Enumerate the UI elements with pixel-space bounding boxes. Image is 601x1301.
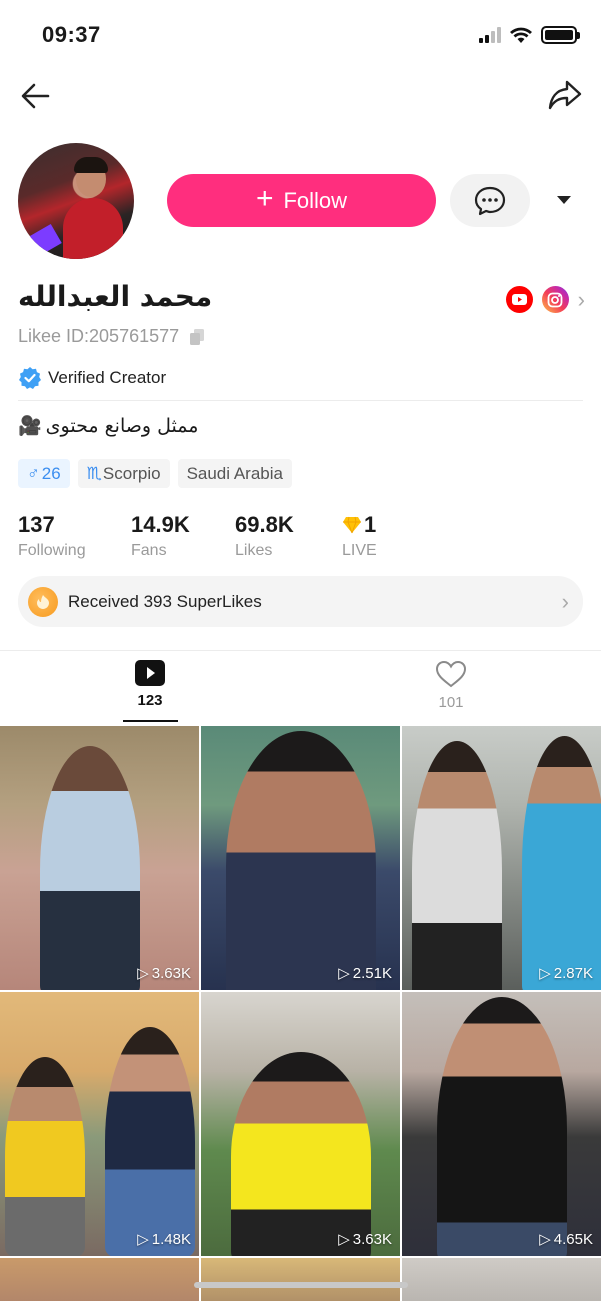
- instagram-icon[interactable]: [541, 286, 569, 313]
- stat-label: Following: [18, 542, 86, 559]
- verified-check-icon: [19, 367, 41, 389]
- youtube-icon[interactable]: [505, 286, 533, 313]
- play-outline-icon: ▷: [539, 1231, 551, 1248]
- status-icons: [479, 26, 580, 44]
- share-icon: [548, 80, 582, 110]
- country-label: Saudi Arabia: [186, 463, 283, 483]
- home-indicator[interactable]: [194, 1282, 408, 1288]
- chevron-right-icon: ›: [561, 588, 569, 614]
- stat-fans[interactable]: 14.9K Fans: [131, 512, 235, 560]
- bio: 🎥 ممثل وصانع محتوى: [18, 414, 199, 438]
- video-thumbnail[interactable]: [201, 1258, 400, 1301]
- diamond-icon: [343, 516, 361, 534]
- avatar[interactable]: [18, 143, 134, 259]
- play-outline-icon: ▷: [137, 1231, 149, 1248]
- tab-videos-count: 123: [137, 692, 163, 709]
- tab-likes[interactable]: 101: [351, 660, 551, 711]
- active-tab-indicator: [123, 720, 178, 722]
- cellular-signal-icon: [479, 27, 501, 43]
- video-thumbnail[interactable]: ▷ 3.63K: [201, 992, 400, 1256]
- copy-icon[interactable]: [189, 328, 205, 346]
- scorpio-icon: ♏: [86, 463, 102, 483]
- share-button[interactable]: [547, 78, 583, 112]
- video-thumbnail[interactable]: ▷ 4.65K: [402, 992, 601, 1256]
- follow-button[interactable]: + Follow: [167, 174, 436, 227]
- verified-label: Verified Creator: [48, 368, 167, 387]
- view-count: ▷ 4.65K: [539, 1230, 593, 1249]
- video-thumbnail[interactable]: [0, 1258, 199, 1301]
- bio-text: ممثل وصانع محتوى: [45, 414, 199, 437]
- stat-value: 137: [18, 512, 55, 537]
- profile-stats: 137 Following 14.9K Fans 69.8K Likes 1 L…: [18, 512, 422, 560]
- wifi-icon: [510, 27, 532, 43]
- superlikes-banner[interactable]: Received 393 SuperLikes ›: [18, 576, 583, 627]
- chat-bubble-icon: [474, 186, 506, 215]
- stat-value-live: 1: [342, 512, 422, 538]
- camera-emoji-icon: 🎥: [18, 415, 42, 437]
- tab-likes-count: 101: [438, 694, 464, 711]
- superlikes-label: Received 393 SuperLikes: [68, 591, 262, 611]
- plus-icon: +: [255, 182, 274, 215]
- more-options-button[interactable]: [550, 188, 578, 212]
- battery-icon: [541, 26, 580, 44]
- country-tag: Saudi Arabia: [177, 459, 292, 488]
- likee-id-text: Likee ID:205761577: [18, 326, 180, 346]
- verified-badge: Verified Creator: [18, 366, 166, 390]
- message-button[interactable]: [450, 174, 530, 227]
- divider: [18, 400, 583, 401]
- play-outline-icon: ▷: [137, 965, 149, 982]
- play-outline-icon: ▷: [338, 965, 350, 982]
- heart-icon: [435, 660, 467, 688]
- back-button[interactable]: [18, 80, 54, 112]
- video-thumbnail[interactable]: ▷ 1.48K: [0, 992, 199, 1256]
- live-count: 1: [364, 512, 377, 537]
- status-time: 09:37: [42, 22, 101, 47]
- caret-down-icon: [557, 196, 571, 204]
- zodiac-label: Scorpio: [102, 463, 161, 483]
- section-divider: [0, 650, 601, 651]
- stat-label: LIVE: [342, 542, 377, 559]
- video-thumbnail[interactable]: ▷ 2.51K: [201, 726, 400, 990]
- play-outline-icon: ▷: [338, 1231, 350, 1248]
- view-count: ▷ 3.63K: [137, 964, 191, 983]
- stat-label: Likes: [235, 542, 273, 559]
- chevron-right-icon: ›: [577, 286, 585, 312]
- likee-id: Likee ID:205761577: [18, 326, 205, 347]
- status-bar: 09:37: [0, 0, 601, 70]
- view-count: ▷ 3.63K: [338, 1230, 392, 1249]
- profile-tags: ♂ 26 ♏ Scorpio Saudi Arabia: [18, 459, 292, 488]
- gender-age-tag: ♂ 26: [18, 459, 70, 488]
- superlike-icon: [28, 586, 58, 617]
- play-outline-icon: ▷: [539, 965, 551, 982]
- stat-value: 14.9K: [131, 512, 190, 537]
- video-thumbnail[interactable]: ▷ 2.87K: [402, 726, 601, 990]
- view-count: ▷ 2.51K: [338, 964, 392, 983]
- follow-label: Follow: [283, 187, 348, 213]
- back-arrow-icon: [21, 83, 50, 109]
- stat-likes[interactable]: 69.8K Likes: [235, 512, 342, 560]
- video-thumbnail[interactable]: ▷ 3.63K: [0, 726, 199, 990]
- play-icon: [135, 660, 165, 686]
- profile-name: محمد العبدالله: [18, 280, 213, 313]
- stat-label: Fans: [131, 542, 167, 559]
- stat-live[interactable]: 1 LIVE: [342, 512, 422, 560]
- content-tabs: 123 101: [0, 660, 601, 724]
- zodiac-tag: ♏ Scorpio: [77, 459, 170, 488]
- view-count: ▷ 2.87K: [539, 964, 593, 983]
- video-thumbnail[interactable]: [402, 1258, 601, 1301]
- age-label: 26: [41, 463, 61, 483]
- male-icon: ♂: [27, 463, 40, 483]
- view-count: ▷ 1.48K: [137, 1230, 191, 1249]
- stat-following[interactable]: 137 Following: [18, 512, 131, 560]
- tab-videos[interactable]: 123: [50, 660, 250, 709]
- nav-bar: [0, 72, 601, 120]
- social-links[interactable]: ›: [505, 286, 585, 313]
- video-grid: ▷ 3.63K ▷ 2.51K ▷ 2.87K ▷ 1.48K ▷ 3.63K ▷ 4.65…: [0, 726, 601, 1301]
- stat-value: 69.8K: [235, 512, 294, 537]
